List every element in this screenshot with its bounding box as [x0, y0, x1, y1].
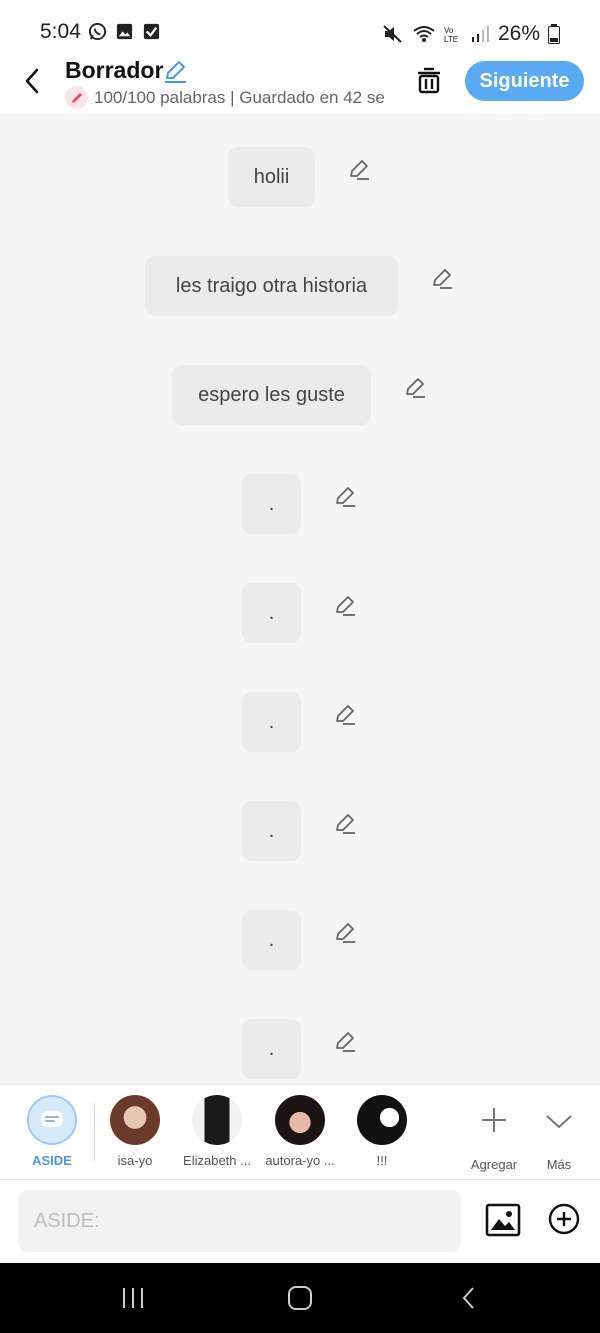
message-bubble[interactable]: . [242, 801, 301, 861]
add-circle-icon[interactable] [547, 1202, 581, 1236]
word-count-icon [65, 86, 88, 109]
mute-icon [383, 25, 402, 43]
message-bubble[interactable]: . [242, 910, 301, 970]
avatar [110, 1095, 160, 1145]
volte-icon: VoLTE [444, 26, 458, 44]
character-elizabeth[interactable]: Elizabeth ... [176, 1095, 258, 1168]
app-header: Borrador 100/100 palabras | Guardado en … [0, 56, 600, 114]
avatar [275, 1095, 325, 1145]
image-icon[interactable] [485, 1203, 521, 1237]
character-bar: ASIDE isa-yo Elizabeth ... autora-yo ...… [0, 1084, 600, 1180]
character-autora-yo[interactable]: autora-yo ... [259, 1095, 341, 1168]
wifi-icon [413, 26, 435, 42]
message-bubble[interactable]: les traigo otra historia [145, 256, 398, 316]
aside-avatar-icon [27, 1095, 77, 1145]
edit-message-icon[interactable] [430, 266, 454, 290]
message-bubble[interactable]: holii [228, 147, 315, 207]
edit-title-icon[interactable] [162, 58, 188, 84]
character-label: ASIDE [32, 1153, 72, 1168]
status-bar: 5:04 Vo LTE 26% [0, 0, 600, 60]
character-label: Elizabeth ... [183, 1153, 251, 1168]
edit-message-icon[interactable] [333, 1029, 357, 1053]
whatsapp-icon [88, 22, 107, 41]
message-bubble[interactable]: . [242, 692, 301, 752]
chevron-down-icon [546, 1115, 572, 1129]
character-label: isa-yo [117, 1153, 153, 1168]
battery-icon [548, 24, 560, 44]
character-isa-yo[interactable]: isa-yo [94, 1095, 176, 1168]
edit-message-icon[interactable] [333, 920, 357, 944]
svg-text:LTE: LTE [444, 35, 458, 44]
character-aside[interactable]: ASIDE [11, 1095, 93, 1168]
edit-message-icon[interactable] [333, 702, 357, 726]
edit-message-icon[interactable] [403, 375, 427, 399]
gallery-icon [116, 23, 133, 40]
checkbox-icon [143, 23, 160, 40]
chat-area: holii les traigo otra historia espero le… [0, 114, 600, 1084]
home-icon[interactable] [286, 1285, 314, 1311]
plus-icon [482, 1108, 506, 1132]
message-bubble[interactable]: . [242, 1019, 301, 1079]
signal-icon [471, 26, 489, 42]
battery-percent: 26% [497, 22, 540, 45]
message-bubble[interactable]: . [242, 583, 301, 643]
system-nav-bar [0, 1263, 600, 1333]
next-button[interactable]: Siguiente [465, 61, 584, 101]
avatar [192, 1095, 242, 1145]
status-time: 5:04 [40, 20, 81, 43]
more-label: Más [546, 1157, 572, 1172]
edit-message-icon[interactable] [347, 157, 371, 181]
character-label: !!! [376, 1153, 388, 1168]
edit-message-icon[interactable] [333, 484, 357, 508]
more-button[interactable]: Más [518, 1095, 600, 1172]
svg-text:Vo: Vo [444, 26, 454, 35]
word-count-status: 100/100 palabras | Guardado en 42 se [94, 88, 385, 107]
message-input[interactable] [18, 1190, 461, 1252]
avatar [357, 1095, 407, 1145]
draft-title: Borrador [65, 57, 164, 83]
message-bubble[interactable]: . [242, 474, 301, 534]
message-bubble[interactable]: espero les guste [172, 365, 371, 425]
edit-message-icon[interactable] [333, 593, 357, 617]
character-label: autora-yo ... [265, 1153, 335, 1168]
input-bar [0, 1180, 600, 1263]
trash-icon[interactable] [415, 65, 443, 95]
recent-apps-icon[interactable] [120, 1285, 146, 1311]
back-nav-icon[interactable] [458, 1285, 480, 1311]
character-exclaim[interactable]: !!! [341, 1095, 423, 1168]
back-arrow-icon[interactable] [20, 66, 46, 96]
edit-message-icon[interactable] [333, 811, 357, 835]
